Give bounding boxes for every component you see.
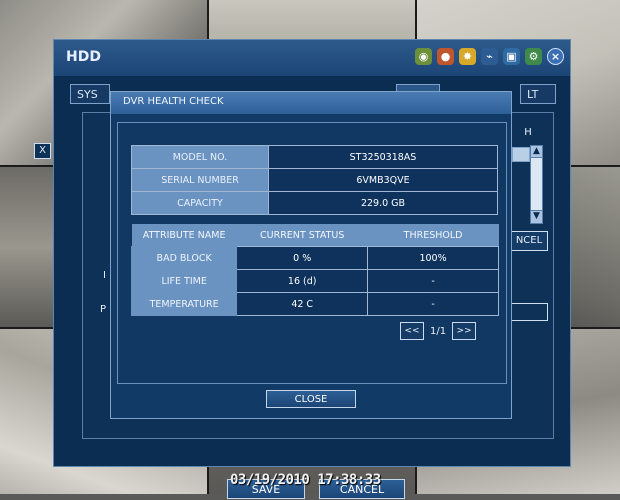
attribute-header-row: ATTRIBUTE NAME CURRENT STATUS THRESHOLD	[131, 224, 499, 247]
system-icon[interactable]: ⚙	[525, 48, 542, 65]
partial-label-p: P	[100, 304, 107, 315]
col-attribute-name: ATTRIBUTE NAME	[131, 224, 237, 247]
info-row: MODEL NO. ST3250318AS	[131, 145, 498, 169]
serial-value: 6VMB3QVE	[268, 168, 498, 192]
partial-cancel-button[interactable]: NCEL	[510, 231, 548, 251]
hdd-title-bar: HDD ◉ ● ✸ ⌁ ▣ ⚙ ×	[54, 40, 570, 76]
prev-page-button[interactable]: <<	[400, 322, 424, 340]
attribute-threshold: 100%	[367, 246, 499, 270]
col-threshold: THRESHOLD	[367, 224, 499, 247]
model-value: ST3250318AS	[268, 145, 498, 169]
scroll-down-icon[interactable]: ▼	[530, 210, 543, 224]
scrollbar-track[interactable]	[530, 157, 543, 211]
capacity-value: 229.0 GB	[268, 191, 498, 215]
attribute-row: TEMPERATURE 42 C -	[130, 292, 499, 316]
attribute-status: 42 C	[236, 292, 369, 316]
capacity-label: CAPACITY	[131, 191, 269, 215]
close-button[interactable]: CLOSE	[266, 390, 356, 408]
attribute-row: BAD BLOCK 0 % 100%	[130, 246, 499, 270]
tab-system[interactable]: SYS	[70, 84, 110, 104]
attribute-row: LIFE TIME 16 (d) -	[130, 269, 499, 293]
info-row: CAPACITY 229.0 GB	[131, 191, 498, 215]
attribute-name: TEMPERATURE	[130, 292, 238, 316]
tab-alert[interactable]: LT	[520, 84, 556, 104]
attribute-status: 16 (d)	[236, 269, 369, 293]
pager: << 1/1 >>	[400, 322, 477, 340]
disk-icon[interactable]: ▣	[503, 48, 520, 65]
camera-icon[interactable]: ◉	[415, 48, 432, 65]
col-current-status: CURRENT STATUS	[236, 224, 368, 247]
alarm-icon[interactable]: ✸	[459, 48, 476, 65]
disk-info-table: MODEL NO. ST3250318AS SERIAL NUMBER 6VMB…	[131, 145, 498, 215]
health-check-dialog: DVR HEALTH CHECK MODEL NO. ST3250318AS S…	[110, 91, 512, 419]
partial-header-label: H	[524, 127, 532, 138]
attribute-table: ATTRIBUTE NAME CURRENT STATUS THRESHOLD …	[130, 224, 499, 316]
network-icon[interactable]: ⌁	[481, 48, 498, 65]
attribute-name: LIFE TIME	[130, 269, 238, 293]
partial-input[interactable]	[510, 303, 548, 321]
next-page-button[interactable]: >>	[452, 322, 477, 340]
window-title: HDD	[66, 49, 101, 65]
attribute-status: 0 %	[236, 246, 369, 270]
toolbar-icons: ◉ ● ✸ ⌁ ▣ ⚙ ×	[415, 48, 564, 65]
attribute-name: BAD BLOCK	[130, 246, 238, 270]
attribute-threshold: -	[367, 292, 499, 316]
partial-field[interactable]	[512, 147, 530, 162]
attribute-threshold: -	[367, 269, 499, 293]
timestamp: 03/19/2010 17:38:33	[230, 472, 381, 488]
record-icon[interactable]: ●	[437, 48, 454, 65]
dialog-title-bar: DVR HEALTH CHECK	[111, 92, 511, 114]
close-icon[interactable]: ×	[547, 48, 564, 65]
serial-label: SERIAL NUMBER	[131, 168, 269, 192]
model-label: MODEL NO.	[131, 145, 269, 169]
info-row: SERIAL NUMBER 6VMB3QVE	[131, 168, 498, 192]
x-marker[interactable]: X	[34, 143, 51, 159]
dialog-title: DVR HEALTH CHECK	[123, 96, 224, 107]
page-indicator: 1/1	[430, 325, 447, 337]
